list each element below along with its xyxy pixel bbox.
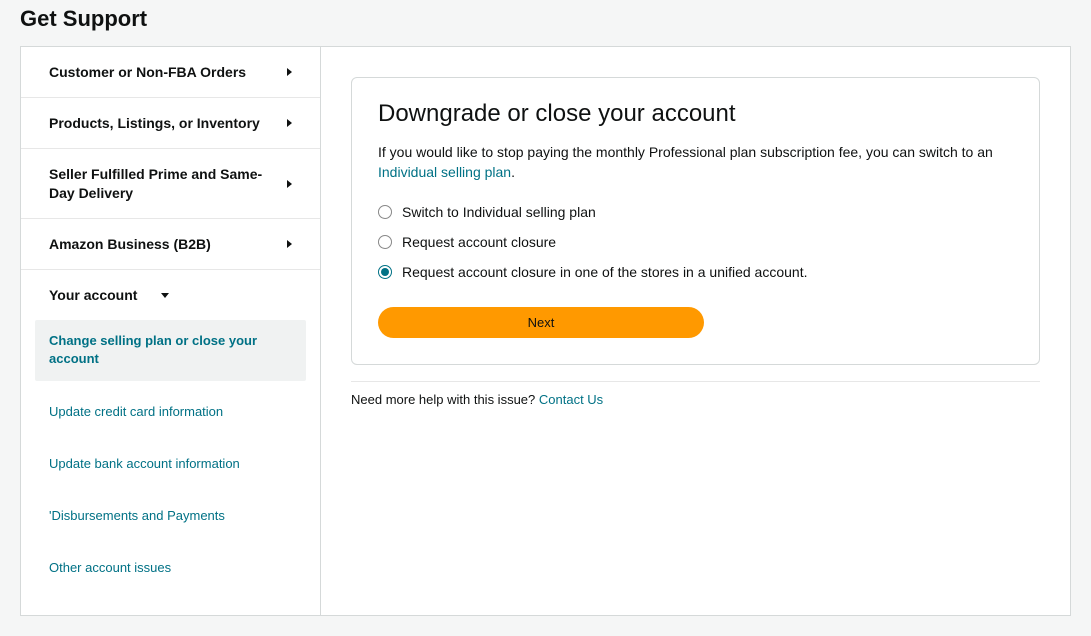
desc-text-end: . [511,164,515,180]
chevron-right-icon [287,180,292,188]
desc-text: If you would like to stop paying the mon… [378,144,993,160]
contact-us-link[interactable]: Contact Us [539,392,603,407]
radio-icon [378,205,392,219]
sidebar-item-orders[interactable]: Customer or Non-FBA Orders [21,47,320,98]
sidebar-item-account[interactable]: Your account [21,270,320,320]
card-title: Downgrade or close your account [378,100,1013,128]
radio-option-close-unified[interactable]: Request account closure in one of the st… [378,257,1013,287]
sub-item-update-cc[interactable]: Update credit card information [35,391,306,433]
chevron-right-icon [287,119,292,127]
individual-plan-link[interactable]: Individual selling plan [378,164,511,180]
sub-item-change-plan[interactable]: Change selling plan or close your accoun… [35,320,306,380]
sidebar-item-label: Products, Listings, or Inventory [49,114,287,132]
chevron-down-icon [161,293,169,298]
radio-label: Request account closure [402,234,556,250]
help-text: Need more help with this issue? [351,392,539,407]
sub-item-update-bank[interactable]: Update bank account information [35,443,306,485]
sidebar-item-label: Your account [49,286,147,304]
sidebar-item-b2b[interactable]: Amazon Business (B2B) [21,219,320,270]
sidebar-item-label: Amazon Business (B2B) [49,235,287,253]
chevron-right-icon [287,240,292,248]
sidebar-item-products[interactable]: Products, Listings, or Inventory [21,98,320,149]
card-description: If you would like to stop paying the mon… [378,142,1013,183]
help-row: Need more help with this issue? Contact … [351,381,1040,407]
radio-group: Switch to Individual selling plan Reques… [378,197,1013,287]
sub-item-disbursements[interactable]: 'Disbursements and Payments [35,495,306,537]
layout: Customer or Non-FBA Orders Products, Lis… [20,46,1071,616]
sidebar-item-sfp[interactable]: Seller Fulfilled Prime and Same-Day Deli… [21,149,320,218]
sub-item-other-account[interactable]: Other account issues [35,547,306,589]
sidebar-item-label: Seller Fulfilled Prime and Same-Day Deli… [49,165,287,201]
page-title: Get Support [20,0,1071,46]
radio-label: Switch to Individual selling plan [402,204,596,220]
radio-option-close[interactable]: Request account closure [378,227,1013,257]
radio-label: Request account closure in one of the st… [402,264,807,280]
sidebar-sublist: Change selling plan or close your accoun… [21,320,320,615]
sidebar-item-label: Customer or Non-FBA Orders [49,63,287,81]
radio-option-switch[interactable]: Switch to Individual selling plan [378,197,1013,227]
sidebar: Customer or Non-FBA Orders Products, Lis… [20,46,320,616]
next-button[interactable]: Next [378,307,704,338]
chevron-right-icon [287,68,292,76]
downgrade-card: Downgrade or close your account If you w… [351,77,1040,365]
main-panel: Downgrade or close your account If you w… [320,46,1071,616]
radio-icon [378,265,392,279]
radio-icon [378,235,392,249]
